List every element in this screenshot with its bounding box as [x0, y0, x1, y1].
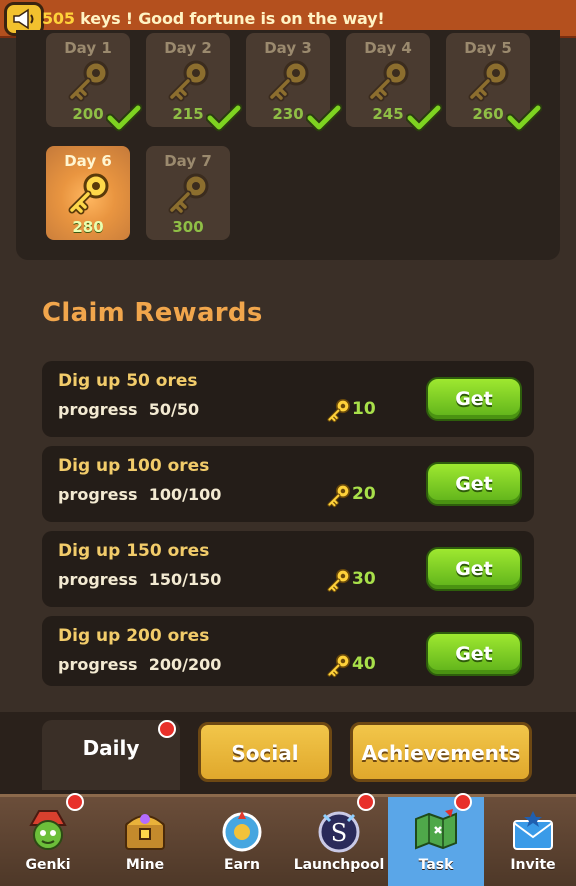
- reward-row: Dig up 100 ores progress 100/100 20 Get: [42, 446, 534, 522]
- key-icon: [66, 57, 112, 103]
- day-amount: 280: [72, 218, 104, 236]
- day-card-7[interactable]: Day 7 300: [146, 146, 230, 240]
- key-icon: [266, 57, 312, 103]
- day-card-4[interactable]: Day 4 245: [346, 33, 443, 132]
- reward-progress: progress 100/100: [58, 485, 222, 504]
- ticker-message: 505 keys ! Good fortune is on the way!: [42, 9, 385, 28]
- reward-row: Dig up 150 ores progress 150/150 30 Get: [42, 531, 534, 607]
- svg-text:S: S: [331, 819, 347, 847]
- reward-title: Dig up 50 ores: [58, 371, 198, 391]
- nav-label: Task: [418, 857, 454, 873]
- goblin-icon: [23, 805, 73, 855]
- checkmark-icon: [105, 103, 143, 133]
- day-card-3[interactable]: Day 3 230: [246, 33, 343, 132]
- key-icon: [324, 482, 354, 508]
- nav-item-launchpool[interactable]: S Launchpool: [291, 793, 387, 886]
- bottom-navigation: Genki Mine Earn S Launchpool Task Invite: [0, 793, 576, 886]
- reward-amount: 40: [352, 654, 376, 674]
- day-amount: 300: [172, 218, 204, 236]
- nav-item-invite[interactable]: Invite: [485, 797, 576, 886]
- notification-dot: [454, 793, 472, 811]
- notification-dot: [357, 793, 375, 811]
- day-card-2[interactable]: Day 2 215: [146, 33, 243, 132]
- daily-notification-dot: [158, 720, 176, 738]
- reward-amount: 30: [352, 569, 376, 589]
- reward-row: Dig up 50 ores progress 50/50 10 Get: [42, 361, 534, 437]
- day-card-5[interactable]: Day 5 260: [446, 33, 543, 132]
- nav-label: Invite: [510, 857, 556, 873]
- tab-social[interactable]: Social: [198, 722, 332, 782]
- task-tab-strip: Daily Social Achievements: [0, 712, 576, 794]
- reward-title: Dig up 150 ores: [58, 541, 210, 561]
- nav-item-task[interactable]: Task: [388, 793, 484, 886]
- reward-title: Dig up 200 ores: [58, 626, 210, 646]
- day-label: Day 6: [64, 152, 112, 170]
- day-label: Day 7: [164, 152, 212, 170]
- key-icon: [324, 397, 354, 423]
- key-icon: [324, 652, 354, 678]
- map-icon: [411, 805, 461, 855]
- get-reward-button[interactable]: Get: [426, 462, 522, 506]
- reward-progress: progress 150/150: [58, 570, 222, 589]
- tab-achievements[interactable]: Achievements: [350, 722, 532, 782]
- checkmark-icon: [305, 103, 343, 133]
- nav-label: Mine: [125, 857, 165, 873]
- envelope-icon: [508, 805, 558, 855]
- day-label: Day 2: [164, 39, 212, 57]
- key-icon: [166, 57, 212, 103]
- day-label: Day 4: [364, 39, 412, 57]
- key-icon: [466, 57, 512, 103]
- nav-item-earn[interactable]: Earn: [194, 797, 290, 886]
- daily-login-panel: Day 1 200 Day 2 215 Day 3 230 Day 4 245 …: [16, 30, 560, 260]
- key-icon: [324, 567, 354, 593]
- reward-title: Dig up 100 ores: [58, 456, 210, 476]
- reward-amount: 20: [352, 484, 376, 504]
- day-label: Day 1: [64, 39, 112, 57]
- day-label: Day 5: [464, 39, 512, 57]
- nav-label: Launchpool: [293, 857, 385, 873]
- claim-rewards-title: Claim Rewards: [42, 298, 263, 328]
- nav-item-mine[interactable]: Mine: [97, 797, 193, 886]
- get-reward-button[interactable]: Get: [426, 377, 522, 421]
- get-reward-button[interactable]: Get: [426, 632, 522, 676]
- ticker-key-count: 505: [42, 9, 75, 28]
- checkmark-icon: [205, 103, 243, 133]
- treasure-chest-icon: [120, 805, 170, 855]
- reward-progress: progress 50/50: [58, 400, 200, 419]
- get-reward-button[interactable]: Get: [426, 547, 522, 591]
- key-icon: [66, 170, 112, 216]
- day-label: Day 3: [264, 39, 312, 57]
- nav-item-genki[interactable]: Genki: [0, 793, 96, 886]
- day-card-1[interactable]: Day 1 200: [46, 33, 143, 132]
- checkmark-icon: [505, 103, 543, 133]
- compass-icon: [217, 805, 267, 855]
- key-icon: [166, 170, 212, 216]
- reward-row: Dig up 200 ores progress 200/200 40 Get: [42, 616, 534, 686]
- day-card-6[interactable]: Day 6 280: [46, 146, 130, 240]
- nav-label: Genki: [25, 857, 71, 873]
- checkmark-icon: [405, 103, 443, 133]
- reward-amount: 10: [352, 399, 376, 419]
- nav-label: Earn: [224, 857, 260, 873]
- reward-progress: progress 200/200: [58, 655, 222, 674]
- s-coin-icon: S: [314, 805, 364, 855]
- notification-dot: [66, 793, 84, 811]
- ticker-message-text: keys ! Good fortune is on the way!: [74, 9, 385, 28]
- key-icon: [366, 57, 412, 103]
